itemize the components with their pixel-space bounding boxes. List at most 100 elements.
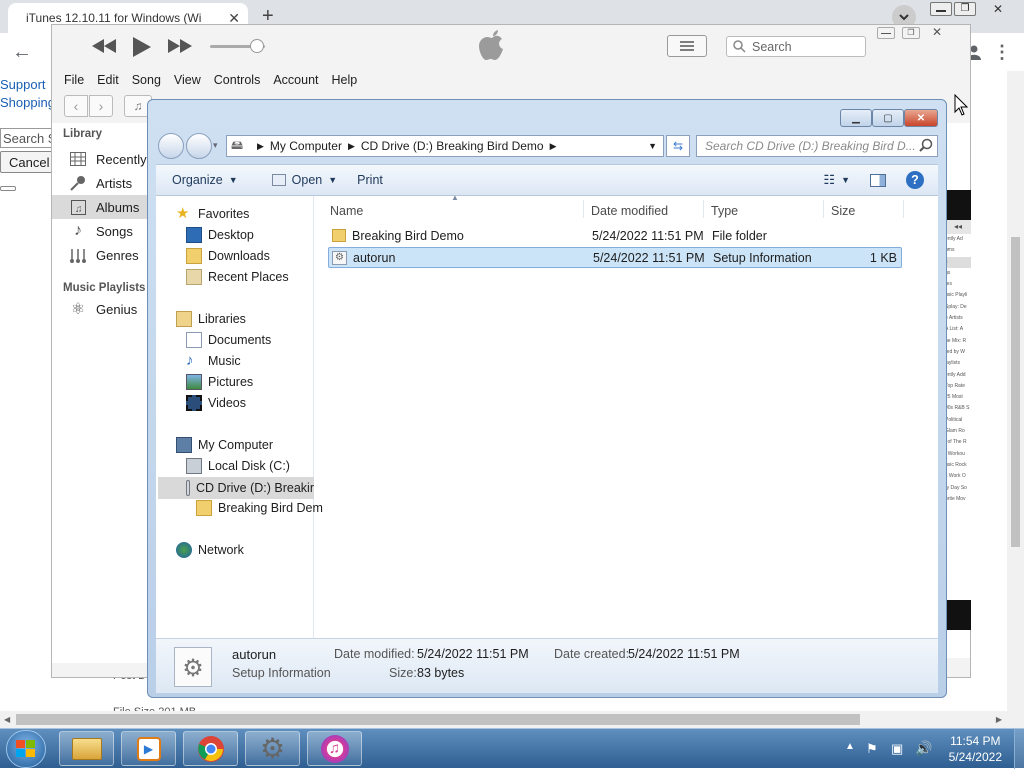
- nav-recent-places[interactable]: Recent Places: [186, 269, 289, 285]
- nav-videos[interactable]: Videos: [186, 395, 246, 411]
- details-date-modified-label: Date modified:: [334, 647, 415, 661]
- nav-my-computer[interactable]: My Computer: [176, 437, 273, 453]
- nav-cd-drive[interactable]: CD Drive (D:) Breakir: [158, 477, 314, 499]
- sidebar-item-songs[interactable]: ♪ Songs: [52, 219, 147, 243]
- show-hidden-icons-button[interactable]: ▲: [845, 741, 855, 752]
- refresh-icon[interactable]: ⇆: [666, 135, 690, 157]
- volume-icon[interactable]: 🔊: [915, 740, 932, 757]
- playlist-snippet: s: [945, 256, 971, 268]
- nav-favorites[interactable]: ★ Favorites: [176, 206, 249, 222]
- shopping-link[interactable]: Shopping: [0, 95, 55, 110]
- menu-song[interactable]: Song: [132, 73, 161, 87]
- more-menu-icon[interactable]: ⋮: [990, 40, 1014, 64]
- itunes-minimize-button[interactable]: [877, 27, 895, 39]
- column-header-name[interactable]: Name: [330, 204, 363, 218]
- view-list-icon: ☷: [823, 172, 836, 187]
- organize-button[interactable]: Organize ▼: [162, 173, 248, 187]
- music-playlists-header[interactable]: Music Playlists ⌄: [63, 280, 158, 294]
- nav-downloads[interactable]: Downloads: [186, 248, 270, 264]
- details-date-created: 5/24/2022 11:51 PM: [628, 647, 740, 661]
- explorer-forward-button[interactable]: [186, 133, 212, 159]
- menu-controls[interactable]: Controls: [214, 73, 261, 87]
- details-file-type: Setup Information: [232, 666, 331, 680]
- address-bar[interactable]: 🖴 ▶ My Computer ▶ CD Drive (D:) Breaking…: [226, 135, 664, 157]
- nav-local-disk[interactable]: Local Disk (C:): [186, 458, 290, 474]
- print-button[interactable]: Print: [347, 173, 393, 187]
- explorer-search-field[interactable]: Search CD Drive (D:) Breaking Bird D...: [696, 135, 938, 157]
- file-row-breaking-bird-demo[interactable]: Breaking Bird Demo 5/24/2022 11:51 PM Fi…: [328, 226, 902, 247]
- taskbar-itunes-button[interactable]: ♫: [307, 731, 362, 766]
- web-cancel-button[interactable]: Cancel: [0, 151, 55, 173]
- explorer-back-button[interactable]: [158, 133, 184, 159]
- back-arrow-icon[interactable]: ←: [10, 40, 34, 64]
- change-view-button[interactable]: ☷ ▼: [813, 172, 860, 188]
- breadcrumb-cd-drive[interactable]: CD Drive (D:) Breaking Bird Demo: [361, 139, 544, 153]
- start-button[interactable]: [6, 730, 46, 768]
- column-header-type[interactable]: Type: [711, 204, 738, 218]
- menu-account[interactable]: Account: [273, 73, 318, 87]
- breadcrumb-my-computer[interactable]: My Computer: [270, 139, 342, 153]
- nav-libraries[interactable]: Libraries: [176, 311, 246, 327]
- vertical-scrollbar[interactable]: [1007, 71, 1024, 711]
- open-button[interactable]: Open ▼: [262, 173, 348, 187]
- music-icon: ♪: [186, 352, 194, 369]
- itunes-back-button[interactable]: ‹: [64, 95, 88, 117]
- volume-slider[interactable]: [210, 39, 265, 53]
- taskbar-settings-button[interactable]: ⚙: [245, 731, 300, 766]
- menu-view[interactable]: View: [174, 73, 201, 87]
- menu-edit[interactable]: Edit: [97, 73, 119, 87]
- network-status-icon[interactable]: ▣: [891, 741, 903, 757]
- taskbar-chrome-button[interactable]: [183, 731, 238, 766]
- nav-pictures[interactable]: Pictures: [186, 374, 253, 390]
- menu-help[interactable]: Help: [332, 73, 358, 87]
- star-icon: ★: [176, 205, 190, 222]
- itunes-forward-button[interactable]: ›: [89, 95, 113, 117]
- address-dropdown-icon[interactable]: ▼: [648, 141, 657, 151]
- itunes-search-field[interactable]: Search: [726, 36, 866, 57]
- nav-documents[interactable]: Documents: [186, 332, 271, 348]
- web-search-field[interactable]: Search S: [0, 128, 55, 148]
- support-link[interactable]: Support: [0, 77, 46, 92]
- web-small-button[interactable]: [0, 186, 16, 191]
- explorer-maximize-button[interactable]: ▢: [872, 109, 904, 127]
- nav-breaking-bird[interactable]: Breaking Bird Dem: [196, 500, 323, 516]
- horizontal-scrollbar[interactable]: ◀ ▶: [0, 711, 1024, 728]
- show-desktop-button[interactable]: [1014, 729, 1024, 769]
- details-date-modified: 5/24/2022 11:51 PM: [417, 647, 529, 661]
- itunes-close-button[interactable]: ✕: [932, 25, 942, 39]
- next-icon[interactable]: [168, 39, 192, 53]
- sidebar-item-artists[interactable]: Artists: [52, 171, 147, 195]
- print-label: Print: [357, 173, 383, 187]
- help-button[interactable]: ?: [896, 171, 934, 189]
- file-row-autorun[interactable]: ⚙ autorun 5/24/2022 11:51 PM Setup Infor…: [328, 247, 902, 268]
- minimize-browser-button[interactable]: [930, 2, 952, 16]
- restore-browser-button[interactable]: ❐: [954, 2, 976, 16]
- playlist-snippet: e Artists: [945, 315, 963, 322]
- sidebar-item-genius[interactable]: ⚛ Genius: [52, 297, 147, 321]
- nav-music[interactable]: ♪ Music: [186, 353, 241, 369]
- explorer-minimize-button[interactable]: ▁: [840, 109, 872, 127]
- sidebar-item-genres[interactable]: Genres: [52, 243, 147, 267]
- history-dropdown-icon[interactable]: ▾: [213, 140, 218, 151]
- play-icon[interactable]: [133, 37, 151, 57]
- itunes-restore-button[interactable]: ❐: [902, 27, 920, 39]
- nav-desktop[interactable]: Desktop: [186, 227, 254, 243]
- taskbar-media-button[interactable]: ▶: [121, 731, 176, 766]
- file-list: ▲ Name Date modified Type Size Breaking …: [314, 193, 938, 638]
- menu-file[interactable]: File: [64, 73, 84, 87]
- sidebar-item-recently[interactable]: Recently: [52, 147, 147, 171]
- clock-date: 5/24/2022: [948, 750, 1002, 764]
- previous-icon[interactable]: [92, 39, 116, 53]
- explorer-close-button[interactable]: ✕: [904, 109, 938, 127]
- nav-network[interactable]: Network: [176, 542, 244, 558]
- action-center-flag-icon[interactable]: ⚑: [866, 741, 878, 757]
- close-browser-button[interactable]: ✕: [984, 2, 1012, 16]
- column-header-date-modified[interactable]: Date modified: [591, 204, 668, 218]
- sidebar-item-albums[interactable]: ♫ Albums: [52, 195, 147, 219]
- preview-pane-button[interactable]: [860, 173, 896, 187]
- list-view-button[interactable]: [667, 35, 707, 57]
- taskbar-explorer-button[interactable]: [59, 731, 114, 766]
- column-header-size[interactable]: Size: [831, 204, 855, 218]
- taskbar-clock[interactable]: 11:54 PM 5/24/2022: [949, 733, 1002, 765]
- itunes-dark-panel: [945, 190, 971, 220]
